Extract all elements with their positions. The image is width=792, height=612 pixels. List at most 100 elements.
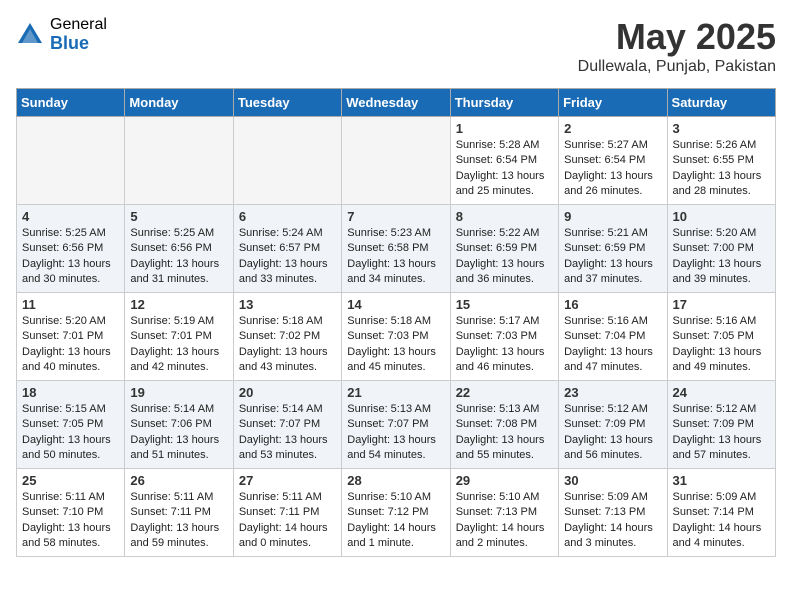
day-info: Sunrise: 5:19 AM Sunset: 7:01 PM Dayligh…: [130, 314, 227, 376]
calendar-cell: 15Sunrise: 5:17 AM Sunset: 7:03 PM Dayli…: [450, 293, 558, 381]
day-number: 20: [239, 385, 336, 400]
day-number: 18: [22, 385, 119, 400]
day-info: Sunrise: 5:28 AM Sunset: 6:54 PM Dayligh…: [456, 138, 553, 200]
day-number: 9: [564, 209, 661, 224]
calendar-cell: 23Sunrise: 5:12 AM Sunset: 7:09 PM Dayli…: [559, 381, 667, 469]
day-number: 29: [456, 473, 553, 488]
calendar-week-row: 25 Sunrise: 5:11 AM Sunset: 7:10 PM Dayli…: [17, 469, 776, 557]
calendar-cell: 11Sunrise: 5:20 AM Sunset: 7:01 PM Dayli…: [17, 293, 125, 381]
day-info: Sunrise: 5:25 AM Sunset: 6:56 PM Dayligh…: [22, 226, 119, 288]
day-info: Sunrise: 5:18 AM Sunset: 7:03 PM Dayligh…: [347, 314, 444, 376]
day-number: 23: [564, 385, 661, 400]
day-number: 19: [130, 385, 227, 400]
weekday-header: Tuesday: [233, 89, 341, 117]
day-number: 3: [673, 121, 770, 136]
day-number: 2: [564, 121, 661, 136]
day-number: 31: [673, 473, 770, 488]
day-number: 14: [347, 297, 444, 312]
calendar-week-row: 4Sunrise: 5:25 AM Sunset: 6:56 PM Daylig…: [17, 205, 776, 293]
day-info: Sunrise: 5:11 AM Sunset: 7:10 PM Dayligh…: [22, 490, 119, 552]
calendar-cell: 18 Sunrise: 5:15 AM Sunset: 7:05 PM Dayli…: [17, 381, 125, 469]
calendar-cell: 19Sunrise: 5:14 AM Sunset: 7:06 PM Dayli…: [125, 381, 233, 469]
calendar-cell: 3 Sunrise: 5:26 AM Sunset: 6:55 PM Daylig…: [667, 117, 775, 205]
weekday-header: Monday: [125, 89, 233, 117]
weekday-header: Thursday: [450, 89, 558, 117]
day-info: Sunrise: 5:23 AM Sunset: 6:58 PM Dayligh…: [347, 226, 444, 288]
calendar-header-row: SundayMondayTuesdayWednesdayThursdayFrid…: [17, 89, 776, 117]
calendar-cell: [342, 117, 450, 205]
day-number: 5: [130, 209, 227, 224]
calendar-cell: 9 Sunrise: 5:21 AM Sunset: 6:59 PM Daylig…: [559, 205, 667, 293]
day-number: 7: [347, 209, 444, 224]
day-info: Sunrise: 5:11 AM Sunset: 7:11 PM Dayligh…: [239, 490, 336, 552]
calendar-cell: 8 Sunrise: 5:22 AM Sunset: 6:59 PM Daylig…: [450, 205, 558, 293]
calendar-cell: 1 Sunrise: 5:28 AM Sunset: 6:54 PM Daylig…: [450, 117, 558, 205]
day-number: 26: [130, 473, 227, 488]
calendar-week-row: 11Sunrise: 5:20 AM Sunset: 7:01 PM Dayli…: [17, 293, 776, 381]
day-info: Sunrise: 5:11 AM Sunset: 7:11 PM Dayligh…: [130, 490, 227, 552]
calendar-cell: 12 Sunrise: 5:19 AM Sunset: 7:01 PM Dayli…: [125, 293, 233, 381]
logo: General Blue: [16, 16, 107, 53]
calendar-cell: 24Sunrise: 5:12 AM Sunset: 7:09 PM Dayli…: [667, 381, 775, 469]
day-info: Sunrise: 5:12 AM Sunset: 7:09 PM Dayligh…: [673, 402, 770, 464]
day-info: Sunrise: 5:22 AM Sunset: 6:59 PM Dayligh…: [456, 226, 553, 288]
calendar-cell: 31 Sunrise: 5:09 AM Sunset: 7:14 PM Dayli…: [667, 469, 775, 557]
location: Dullewala, Punjab, Pakistan: [578, 58, 776, 76]
weekday-header: Sunday: [17, 89, 125, 117]
calendar-cell: 27Sunrise: 5:11 AM Sunset: 7:11 PM Dayli…: [233, 469, 341, 557]
day-info: Sunrise: 5:18 AM Sunset: 7:02 PM Dayligh…: [239, 314, 336, 376]
calendar-cell: 4Sunrise: 5:25 AM Sunset: 6:56 PM Daylig…: [17, 205, 125, 293]
page-header: General Blue May 2025 Dullewala, Punjab,…: [16, 16, 776, 76]
day-info: Sunrise: 5:09 AM Sunset: 7:14 PM Dayligh…: [673, 490, 770, 552]
logo-text: General Blue: [50, 16, 107, 53]
day-number: 30: [564, 473, 661, 488]
day-info: Sunrise: 5:20 AM Sunset: 7:01 PM Dayligh…: [22, 314, 119, 376]
day-number: 8: [456, 209, 553, 224]
logo-general: General: [50, 16, 107, 34]
calendar-cell: 17Sunrise: 5:16 AM Sunset: 7:05 PM Dayli…: [667, 293, 775, 381]
calendar-cell: 26 Sunrise: 5:11 AM Sunset: 7:11 PM Dayli…: [125, 469, 233, 557]
day-number: 6: [239, 209, 336, 224]
calendar-cell: 29 Sunrise: 5:10 AM Sunset: 7:13 PM Dayli…: [450, 469, 558, 557]
day-info: Sunrise: 5:21 AM Sunset: 6:59 PM Dayligh…: [564, 226, 661, 288]
month-title: May 2025: [578, 16, 776, 58]
calendar-cell: 22Sunrise: 5:13 AM Sunset: 7:08 PM Dayli…: [450, 381, 558, 469]
day-number: 16: [564, 297, 661, 312]
calendar-cell: 13Sunrise: 5:18 AM Sunset: 7:02 PM Dayli…: [233, 293, 341, 381]
calendar-cell: 16 Sunrise: 5:16 AM Sunset: 7:04 PM Dayli…: [559, 293, 667, 381]
day-number: 12: [130, 297, 227, 312]
day-info: Sunrise: 5:17 AM Sunset: 7:03 PM Dayligh…: [456, 314, 553, 376]
weekday-header: Friday: [559, 89, 667, 117]
day-info: Sunrise: 5:25 AM Sunset: 6:56 PM Dayligh…: [130, 226, 227, 288]
logo-blue: Blue: [50, 34, 107, 54]
day-info: Sunrise: 5:24 AM Sunset: 6:57 PM Dayligh…: [239, 226, 336, 288]
day-number: 25: [22, 473, 119, 488]
day-info: Sunrise: 5:20 AM Sunset: 7:00 PM Dayligh…: [673, 226, 770, 288]
calendar-cell: 5 Sunrise: 5:25 AM Sunset: 6:56 PM Daylig…: [125, 205, 233, 293]
calendar-cell: 28 Sunrise: 5:10 AM Sunset: 7:12 PM Dayli…: [342, 469, 450, 557]
day-number: 22: [456, 385, 553, 400]
day-info: Sunrise: 5:16 AM Sunset: 7:05 PM Dayligh…: [673, 314, 770, 376]
calendar-week-row: 1 Sunrise: 5:28 AM Sunset: 6:54 PM Daylig…: [17, 117, 776, 205]
day-info: Sunrise: 5:27 AM Sunset: 6:54 PM Dayligh…: [564, 138, 661, 200]
day-info: Sunrise: 5:10 AM Sunset: 7:13 PM Dayligh…: [456, 490, 553, 552]
day-number: 28: [347, 473, 444, 488]
calendar-cell: 20Sunrise: 5:14 AM Sunset: 7:07 PM Dayli…: [233, 381, 341, 469]
day-info: Sunrise: 5:13 AM Sunset: 7:07 PM Dayligh…: [347, 402, 444, 464]
title-block: May 2025 Dullewala, Punjab, Pakistan: [578, 16, 776, 76]
day-number: 10: [673, 209, 770, 224]
day-info: Sunrise: 5:26 AM Sunset: 6:55 PM Dayligh…: [673, 138, 770, 200]
calendar-cell: [17, 117, 125, 205]
calendar-cell: 25 Sunrise: 5:11 AM Sunset: 7:10 PM Dayli…: [17, 469, 125, 557]
calendar-cell: [125, 117, 233, 205]
calendar-cell: 7 Sunrise: 5:23 AM Sunset: 6:58 PM Daylig…: [342, 205, 450, 293]
day-number: 21: [347, 385, 444, 400]
day-info: Sunrise: 5:10 AM Sunset: 7:12 PM Dayligh…: [347, 490, 444, 552]
calendar-cell: [233, 117, 341, 205]
day-info: Sunrise: 5:16 AM Sunset: 7:04 PM Dayligh…: [564, 314, 661, 376]
day-number: 1: [456, 121, 553, 136]
calendar-cell: 6 Sunrise: 5:24 AM Sunset: 6:57 PM Daylig…: [233, 205, 341, 293]
calendar-cell: 10 Sunrise: 5:20 AM Sunset: 7:00 PM Dayli…: [667, 205, 775, 293]
calendar-cell: 14 Sunrise: 5:18 AM Sunset: 7:03 PM Dayli…: [342, 293, 450, 381]
day-info: Sunrise: 5:15 AM Sunset: 7:05 PM Dayligh…: [22, 402, 119, 464]
